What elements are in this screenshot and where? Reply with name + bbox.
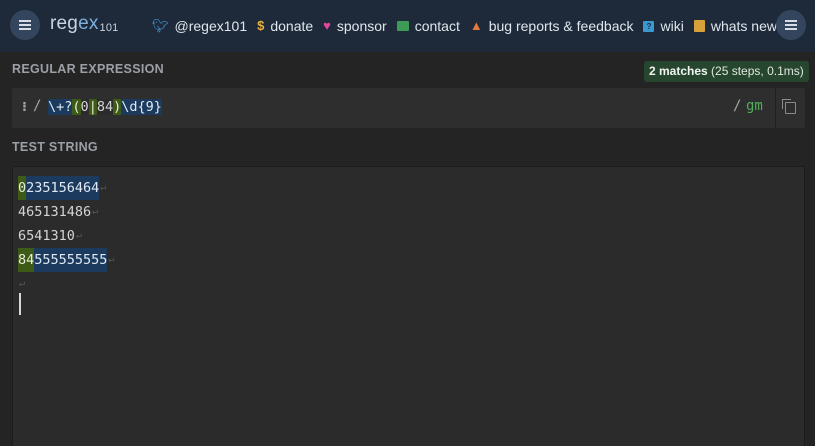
regex-token-lit: 0 xyxy=(80,99,89,115)
newline-icon: ↵ xyxy=(108,254,115,265)
newline-icon: ↵ xyxy=(100,182,107,193)
test-line: ↵ xyxy=(18,272,114,296)
regex-token-alt: | xyxy=(88,99,97,115)
test-string-editor[interactable]: 0 235156464 ↵ 465131486 ↵ 6541310 ↵ 84 555555555… xyxy=(12,166,805,446)
nav-bug-reports-link[interactable]: ▲ bug reports & feedback xyxy=(470,18,634,34)
test-line: 0 235156464 ↵ xyxy=(18,176,114,200)
regex-token-quant: {9} xyxy=(137,99,162,115)
menu-right-button[interactable] xyxy=(776,10,806,40)
news-icon xyxy=(693,20,705,32)
newline-icon: ↵ xyxy=(75,230,82,241)
nav-contact-link[interactable]: contact xyxy=(396,18,460,34)
match-group-highlight: 84 xyxy=(18,248,35,272)
top-header: regex101 🐦︎ @regex101 $ donate ♥ sponsor… xyxy=(0,0,815,52)
nav-twitter-link[interactable]: 🐦︎ @regex101 xyxy=(152,18,247,34)
heart-icon: ♥ xyxy=(323,18,331,33)
copy-regex-button[interactable] xyxy=(776,88,805,128)
match-highlight: 555555555 xyxy=(34,248,108,272)
warning-icon: ▲ xyxy=(469,18,483,33)
hamburger-icon xyxy=(785,24,797,26)
test-line: 84 555555555 ↵ xyxy=(18,248,114,272)
regex-token-esc: \+ xyxy=(48,99,65,115)
test-line: 6541310 ↵ xyxy=(18,224,114,248)
match-group-highlight: 0 xyxy=(18,176,27,200)
regex-open-delimiter[interactable]: / xyxy=(33,98,41,114)
match-highlight: 235156464 xyxy=(26,176,100,200)
regex-token-group: ( xyxy=(72,99,81,115)
regex-input[interactable]: \+?(0|84)\d{9} xyxy=(48,98,162,116)
dollar-icon: $ xyxy=(257,18,265,33)
test-string-lines: 0 235156464 ↵ 465131486 ↵ 6541310 ↵ 84 555555555… xyxy=(18,176,114,296)
menu-left-button[interactable] xyxy=(10,10,40,40)
test-string-section-label: TEST STRING xyxy=(12,140,98,154)
drag-handle-icon[interactable]: ⁝ xyxy=(22,99,27,115)
regex-section-label: REGULAR EXPRESSION xyxy=(12,62,164,76)
newline-icon: ↵ xyxy=(92,206,99,217)
hamburger-icon xyxy=(19,24,31,26)
logo[interactable]: regex101 xyxy=(50,13,118,35)
mail-icon xyxy=(396,21,409,31)
nav-wiki-link[interactable]: ? wiki xyxy=(643,18,684,34)
match-count: 2 matches xyxy=(649,64,708,78)
top-nav: 🐦︎ @regex101 $ donate ♥ sponsor contact … xyxy=(152,17,795,35)
regex-token-lit: 84 xyxy=(96,99,114,115)
nav-sponsor-link[interactable]: ♥ sponsor xyxy=(323,18,387,34)
match-stats: (25 steps, 0.1ms) xyxy=(707,64,804,78)
nav-donate-link[interactable]: $ donate xyxy=(257,18,313,34)
regex-input-bar: ⁝ / \+?(0|84)\d{9} / gm xyxy=(12,88,805,128)
regex-token-class: \d xyxy=(121,99,138,115)
regex-flags[interactable]: gm xyxy=(746,98,763,114)
text-cursor xyxy=(19,293,21,315)
nav-whats-new-link[interactable]: whats new? xyxy=(693,18,785,34)
line-text: 465131486 xyxy=(18,204,92,220)
match-info-badge: 2 matches (25 steps, 0.1ms) xyxy=(644,61,809,82)
regex-close-delimiter: / xyxy=(733,98,742,114)
copy-icon xyxy=(782,99,796,114)
wiki-icon: ? xyxy=(643,20,655,32)
regex-token-group: ) xyxy=(113,99,122,115)
test-line: 465131486 ↵ xyxy=(18,200,114,224)
twitter-icon: 🐦︎ xyxy=(152,18,169,33)
line-text: 6541310 xyxy=(18,228,75,244)
